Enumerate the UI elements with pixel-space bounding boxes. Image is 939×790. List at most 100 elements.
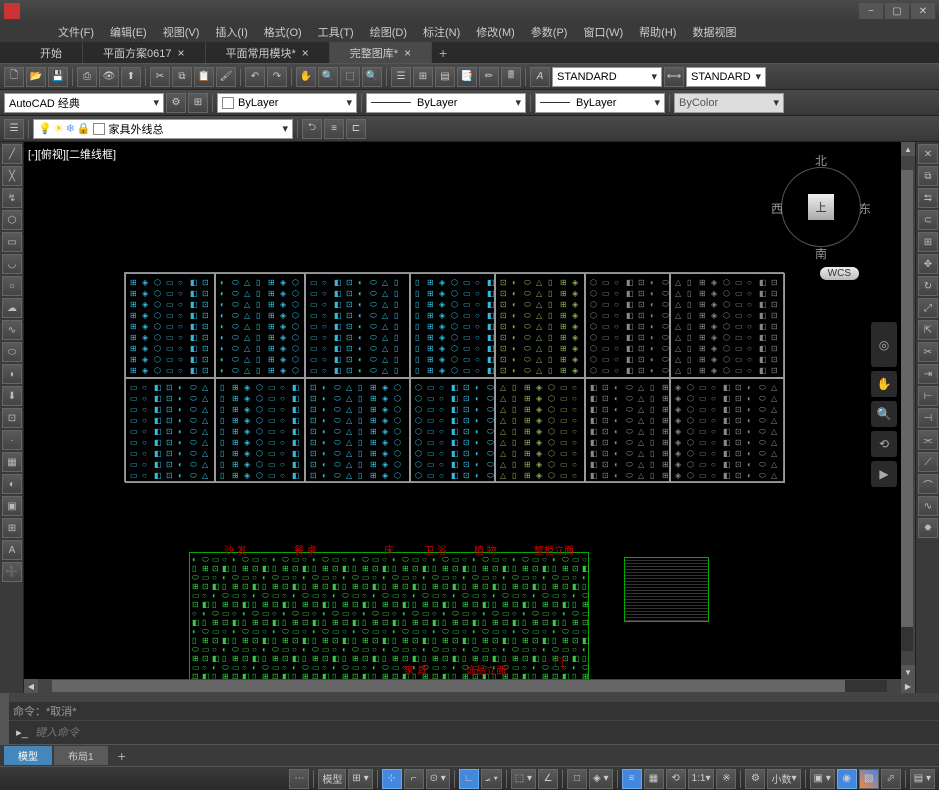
sheet-set-button[interactable]: 📑 xyxy=(457,67,477,87)
pan-button[interactable]: ✋ xyxy=(296,67,316,87)
break-tool[interactable]: ⊣ xyxy=(918,408,938,428)
menu-6[interactable]: 绘图(D) xyxy=(362,22,415,42)
layout-tab-0[interactable]: 模型 xyxy=(4,746,52,765)
isolate-objects-button[interactable]: ▧ xyxy=(859,769,879,789)
scroll-left-button[interactable]: ◀ xyxy=(24,679,38,693)
copy-tool[interactable]: ⧉ xyxy=(918,166,938,186)
transparency-button[interactable]: ▦ xyxy=(644,769,664,789)
workspace-switching-button[interactable]: ⚙ xyxy=(745,769,765,789)
paste-button[interactable]: 📋 xyxy=(194,67,214,87)
customization-button[interactable]: ▤ ▾ xyxy=(910,769,935,789)
menu-10[interactable]: 窗口(W) xyxy=(575,22,631,42)
print-preview-button[interactable]: 👁 xyxy=(99,67,119,87)
dim-style-combo[interactable]: STANDARD xyxy=(686,67,766,87)
redo-button[interactable]: ↷ xyxy=(267,67,287,87)
annotation-scale-button[interactable]: 1:1 ▾ xyxy=(688,769,715,789)
match-properties-button[interactable]: 🖌 xyxy=(216,67,236,87)
viewcube-east[interactable]: 东 xyxy=(859,200,871,217)
doc-tab-add[interactable]: + xyxy=(432,42,454,63)
nav-pan-button[interactable]: ✋ xyxy=(871,371,897,397)
ortho-button[interactable]: ∟ xyxy=(459,769,479,789)
nav-orbit-button[interactable]: ⟲ xyxy=(871,431,897,457)
command-input[interactable] xyxy=(35,727,935,739)
ellipse-tool[interactable]: ⬭ xyxy=(2,342,22,362)
workspace-save-button[interactable]: ⊞ xyxy=(188,93,208,113)
zoom-previous-button[interactable]: 🔍 xyxy=(362,67,382,87)
dynamic-input-button[interactable]: ⊙ ▾ xyxy=(426,769,450,789)
hardware-accel-button[interactable]: ◉ xyxy=(837,769,857,789)
menu-9[interactable]: 参数(P) xyxy=(523,22,576,42)
hatch-tool[interactable]: ▦ xyxy=(2,452,22,472)
quick-properties-button[interactable]: ▣ ▾ xyxy=(810,769,835,789)
tool-palettes-button[interactable]: ▤ xyxy=(435,67,455,87)
grid-button[interactable]: ⊞ ▾ xyxy=(348,769,372,789)
save-button[interactable]: 💾 xyxy=(48,67,68,87)
workspace-settings-button[interactable]: ⚙ xyxy=(166,93,186,113)
extend-tool[interactable]: ⇥ xyxy=(918,364,938,384)
layer-manager-button[interactable]: ☰ xyxy=(4,119,24,139)
erase-tool[interactable]: ✕ xyxy=(918,144,938,164)
print-button[interactable]: ⎙ xyxy=(77,67,97,87)
viewcube-south[interactable]: 南 xyxy=(815,245,827,262)
properties-button[interactable]: ☰ xyxy=(391,67,411,87)
ellipse-arc-tool[interactable]: ◗ xyxy=(2,364,22,384)
command-panel-grip[interactable] xyxy=(0,702,9,744)
menu-3[interactable]: 插入(I) xyxy=(207,22,255,42)
lineweight-display-button[interactable]: ≡ xyxy=(622,769,642,789)
fillet-tool[interactable]: ⌒ xyxy=(918,474,938,494)
viewcube-north[interactable]: 北 xyxy=(815,152,827,169)
menu-1[interactable]: 编辑(E) xyxy=(102,22,155,42)
customize-statusbar-button[interactable]: ⋯ xyxy=(289,769,309,789)
stretch-tool[interactable]: ⇱ xyxy=(918,320,938,340)
hscroll-thumb[interactable] xyxy=(52,680,845,692)
nav-showmotion-button[interactable]: ▶ xyxy=(871,461,897,487)
wcs-badge[interactable]: WCS xyxy=(820,267,859,280)
clean-screen-button[interactable]: ⬀ xyxy=(881,769,901,789)
revision-cloud-tool[interactable]: ☁ xyxy=(2,298,22,318)
rectangle-tool[interactable]: ▭ xyxy=(2,232,22,252)
markup-button[interactable]: ✏ xyxy=(479,67,499,87)
doc-tab-1[interactable]: 平面方案0617× xyxy=(83,42,206,63)
publish-button[interactable]: ⬆ xyxy=(121,67,141,87)
doc-tab-3[interactable]: 完整图库*× xyxy=(330,42,432,63)
layout-tab-add[interactable]: + xyxy=(110,746,134,766)
vscroll-thumb[interactable] xyxy=(901,170,913,627)
polygon-tool[interactable]: ⬡ xyxy=(2,210,22,230)
menu-5[interactable]: 工具(T) xyxy=(310,22,362,42)
polar-tracking-button[interactable]: ⦟ ▾ xyxy=(481,769,502,789)
infer-constraints-button[interactable]: ⌐ xyxy=(404,769,424,789)
drawing-viewport[interactable]: [-][俯视][二维线框] 上 北 南 东 西 WCS ◎ ✋ 🔍 xyxy=(24,142,901,679)
menu-11[interactable]: 帮助(H) xyxy=(631,22,684,42)
close-button[interactable]: ✕ xyxy=(911,3,935,19)
snap-mode-button[interactable]: ⊹ xyxy=(382,769,402,789)
menu-12[interactable]: 数据视图 xyxy=(684,22,744,42)
cut-button[interactable]: ✂ xyxy=(150,67,170,87)
annotation-visibility-button[interactable]: ※ xyxy=(716,769,736,789)
layer-isolate-button[interactable]: ⊏ xyxy=(346,119,366,139)
linetype-combo[interactable]: ByLayer xyxy=(366,93,526,113)
make-block-tool[interactable]: ⊡ xyxy=(2,408,22,428)
doc-tab-2[interactable]: 平面常用模块*× xyxy=(206,42,330,63)
viewcube-west[interactable]: 西 xyxy=(771,200,783,217)
selection-cycling-button[interactable]: ⟲ xyxy=(666,769,686,789)
layout-tab-1[interactable]: 布局1 xyxy=(54,746,108,765)
scroll-right-button[interactable]: ▶ xyxy=(901,679,915,693)
text-style-button[interactable]: A xyxy=(530,67,550,87)
3d-osnap-button[interactable]: ◈ ▾ xyxy=(589,769,613,789)
trim-tool[interactable]: ✂ xyxy=(918,342,938,362)
layer-previous-button[interactable]: ⮌ xyxy=(302,119,322,139)
color-combo[interactable]: ByLayer xyxy=(217,93,357,113)
command-line[interactable]: ▸_ xyxy=(9,720,939,744)
circle-tool[interactable]: ○ xyxy=(2,276,22,296)
polyline-tool[interactable]: ↯ xyxy=(2,188,22,208)
array-tool[interactable]: ⊞ xyxy=(918,232,938,252)
mtext-tool[interactable]: A xyxy=(2,540,22,560)
doc-tab-close-2[interactable]: × xyxy=(302,46,309,60)
gradient-tool[interactable]: ◐ xyxy=(2,474,22,494)
chamfer-tool[interactable]: ⟋ xyxy=(918,452,938,472)
menu-0[interactable]: 文件(F) xyxy=(50,22,102,42)
layer-state-button[interactable]: ≡ xyxy=(324,119,344,139)
region-tool[interactable]: ▣ xyxy=(2,496,22,516)
isodraft-button[interactable]: ⬚ ▾ xyxy=(511,769,536,789)
viewcube[interactable]: 上 北 南 东 西 xyxy=(771,152,871,262)
